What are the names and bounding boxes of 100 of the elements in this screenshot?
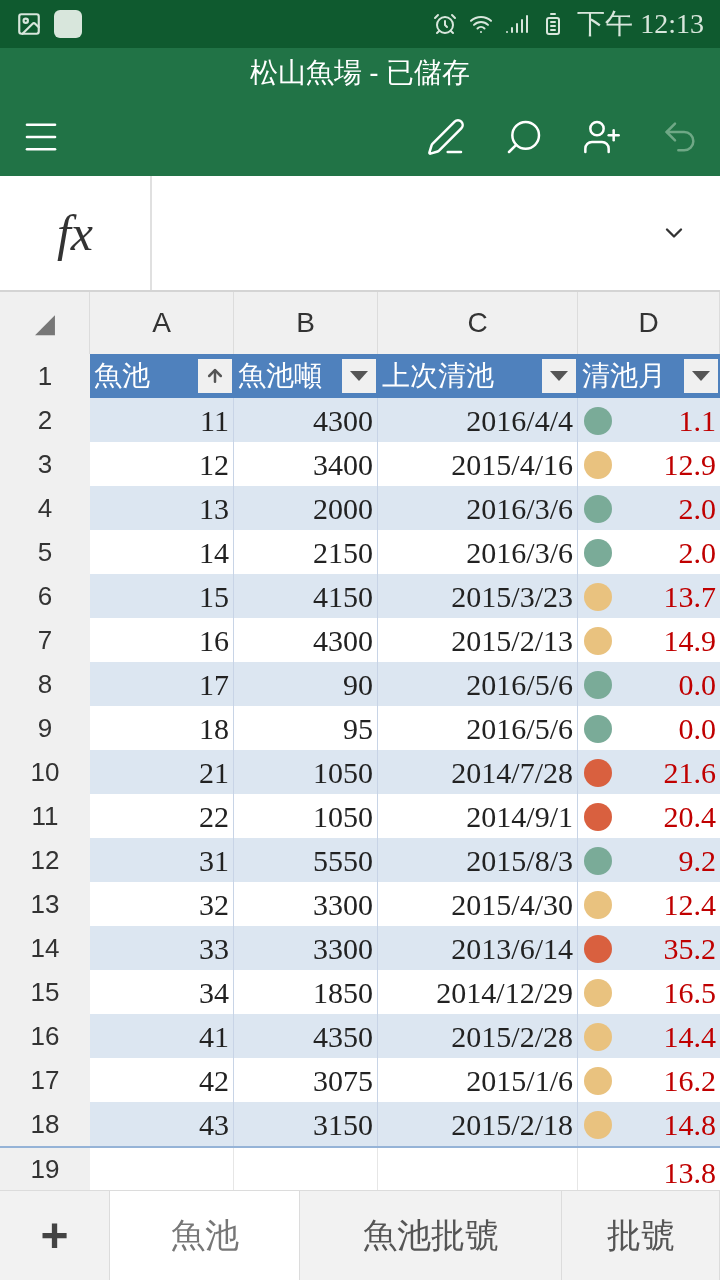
column-header[interactable]: C xyxy=(467,302,488,344)
row-number: 18 xyxy=(30,1108,60,1141)
row-number: 4 xyxy=(37,492,53,525)
table-cell-text: 13.7 xyxy=(663,579,716,615)
table-cell-text: 21 xyxy=(199,755,229,791)
table-cell-text: 1050 xyxy=(313,755,373,791)
table-cell-text: 2016/3/6 xyxy=(466,491,573,527)
table-cell-text: 3400 xyxy=(313,447,373,483)
table-cell-text: 16.5 xyxy=(663,975,716,1011)
table-header-cell: 清池月 xyxy=(578,354,720,398)
table-cell-text: 2015/4/30 xyxy=(451,887,573,923)
select-all-corner[interactable]: ◢ xyxy=(34,303,55,343)
table-cell-text: 3300 xyxy=(313,931,373,967)
table-header-cell: 魚池噸 xyxy=(234,354,378,398)
table-cell-text: 21.6 xyxy=(663,755,716,791)
table-cell-text: 12.4 xyxy=(663,887,716,923)
row-number: 2 xyxy=(37,404,53,437)
gallery-icon xyxy=(16,11,42,37)
table-cell-text: 4150 xyxy=(313,579,373,615)
column-header[interactable]: A xyxy=(152,302,171,344)
table-cell-text: 31 xyxy=(199,843,229,879)
table-cell-text: 2015/2/13 xyxy=(451,623,573,659)
row-number: 19 xyxy=(30,1152,60,1186)
function-label[interactable]: fx xyxy=(0,176,152,290)
table-cell-text: 34 xyxy=(199,975,229,1011)
column-header[interactable]: B xyxy=(296,302,315,344)
table-cell-text: 3075 xyxy=(313,1063,373,1099)
filter-button[interactable] xyxy=(342,359,376,393)
dropdown-icon xyxy=(692,371,710,381)
table-cell-text: 14.8 xyxy=(663,1107,716,1143)
table-cell-text: 3300 xyxy=(313,887,373,923)
table-cell-text: 22 xyxy=(199,799,229,835)
dropdown-icon xyxy=(550,371,568,381)
table-cell-text: 2016/3/6 xyxy=(466,535,573,571)
table-cell-text: 16.2 xyxy=(663,1063,716,1099)
table-cell-text: 4300 xyxy=(313,403,373,439)
table-cell-text: 2015/2/28 xyxy=(451,1019,573,1055)
row-number: 13 xyxy=(30,888,60,921)
table-cell-text: 0.0 xyxy=(678,711,716,747)
column-header[interactable]: D xyxy=(638,302,659,344)
row-number: 7 xyxy=(37,624,53,657)
row-number: 11 xyxy=(31,800,59,833)
table-cell-text: 4350 xyxy=(313,1019,373,1055)
row-number: 1 xyxy=(37,359,53,393)
pen-icon[interactable] xyxy=(426,117,466,157)
table-cell-text: 43 xyxy=(199,1107,229,1143)
table-cell-text: 2.0 xyxy=(678,491,716,527)
alarm-icon xyxy=(433,12,458,36)
table-header-cell: 上次清池 xyxy=(378,354,578,398)
dropdown-icon xyxy=(350,371,368,381)
table-cell-text: 18 xyxy=(199,711,229,747)
table-cell-text: 2015/1/6 xyxy=(466,1063,573,1099)
table-cell-text: 1050 xyxy=(313,799,373,835)
table-cell-text: 2014/12/29 xyxy=(436,975,573,1011)
table-cell-text: 2015/8/3 xyxy=(466,843,573,879)
table-cell-text: 2015/4/16 xyxy=(451,447,573,483)
table-cell-text: 20.4 xyxy=(663,799,716,835)
row-number: 10 xyxy=(30,756,60,789)
table-cell-text: 35.2 xyxy=(663,931,716,967)
app-icon xyxy=(54,10,82,38)
table-cell-text: 2000 xyxy=(313,491,373,527)
table-cell-text: 2016/4/4 xyxy=(466,403,573,439)
table-cell-text: 13 xyxy=(199,491,229,527)
table-cell-text: 5550 xyxy=(313,843,373,879)
table-cell-text: 9.2 xyxy=(678,843,716,879)
table-cell-text: 14.4 xyxy=(663,1019,716,1055)
row-number: 12 xyxy=(30,844,60,877)
window-title: 松山魚場 - 已儲存 xyxy=(249,56,471,90)
table-cell-text: 4300 xyxy=(313,623,373,659)
table-cell-text: 2150 xyxy=(313,535,373,571)
table-cell-text: 1.1 xyxy=(678,403,716,439)
sheet-tab[interactable]: 魚池 xyxy=(110,1191,300,1280)
row-number: 6 xyxy=(37,580,53,613)
sort-button[interactable] xyxy=(198,359,232,393)
table-cell-text: 2016/5/6 xyxy=(466,711,573,747)
table-cell-text: 1850 xyxy=(313,975,373,1011)
row-number: 14 xyxy=(30,932,60,965)
filter-button[interactable] xyxy=(542,359,576,393)
table-cell-text: 17 xyxy=(199,667,229,703)
table-cell-text: 33 xyxy=(199,931,229,967)
table-cell-text: 15 xyxy=(199,579,229,615)
table-cell-text: 16 xyxy=(199,623,229,659)
table-cell-text: 2.0 xyxy=(678,535,716,571)
filter-button[interactable] xyxy=(684,359,718,393)
table-cell-text: 90 xyxy=(343,667,373,703)
table-cell-text: 0.0 xyxy=(678,667,716,703)
table-cell-text: 12 xyxy=(199,447,229,483)
table-cell-text: 41 xyxy=(199,1019,229,1055)
table-cell-text: 2013/6/14 xyxy=(451,931,573,967)
table-cell-text: 14.9 xyxy=(663,623,716,659)
row-number: 15 xyxy=(30,976,60,1009)
table-cell-text: 11 xyxy=(200,403,229,439)
table-cell-text: 2015/2/18 xyxy=(451,1107,573,1143)
table-header-cell: 魚池 xyxy=(90,354,234,398)
row-number: 3 xyxy=(37,448,53,481)
status-time: 下午 12:13 xyxy=(577,7,704,41)
signal-icon xyxy=(505,12,530,36)
table-cell-text: 14 xyxy=(199,535,229,571)
row-number: 8 xyxy=(37,668,53,701)
table-cell-text: 2015/3/23 xyxy=(451,579,573,615)
